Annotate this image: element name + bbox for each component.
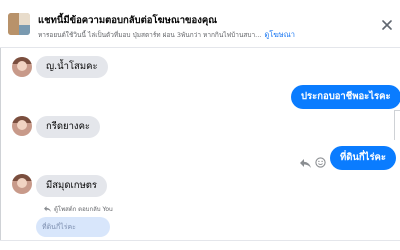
incoming-message: กรีดยางคะ xyxy=(36,116,101,138)
outgoing-message: ที่ดินกี่ไร่คะ xyxy=(330,146,397,170)
avatar[interactable] xyxy=(12,116,32,136)
view-ad-link[interactable]: ดูโฆษณา xyxy=(264,30,295,39)
reply-context-text: ตู้โพสต์ก ตอบกลับ You xyxy=(54,206,113,213)
side-panel-edge xyxy=(394,110,400,140)
emoji-icon[interactable] xyxy=(315,153,326,172)
avatar[interactable] xyxy=(12,57,32,77)
ad-reply-banner: แชทนี้มีข้อความตอบกลับต่อโฆษณาของคุณ หาร… xyxy=(0,0,400,48)
close-icon[interactable] xyxy=(378,16,396,34)
banner-subtitle: หารอยนต์ใช้วินนี้ ไล่เป็นตัวที่มอบ ปุ่มส… xyxy=(38,29,295,41)
incoming-message: มีสมุดเกษตร xyxy=(36,175,108,197)
incoming-message: ญ.น้ำโสมคะ xyxy=(36,56,108,78)
banner-title: แชทนี้มีข้อความตอบกลับต่อโฆษณาของคุณ xyxy=(38,15,218,26)
quoted-message[interactable]: ที่ดินกี่ไร่คะ xyxy=(36,217,110,237)
reply-context-note: ตู้โพสต์ก ตอบกลับ You xyxy=(44,204,113,214)
banner-ad-text: หารอยนต์ใช้วินนี้ ไล่เป็นตัวที่มอบ ปุ่มส… xyxy=(38,31,262,39)
composer-bar[interactable] xyxy=(0,240,400,250)
ad-thumbnail[interactable] xyxy=(8,13,30,35)
avatar[interactable] xyxy=(12,174,32,194)
reply-icon[interactable] xyxy=(300,153,311,172)
outgoing-message: ประกอบอาชีพอะไรคะ xyxy=(291,85,400,109)
message-actions xyxy=(300,153,326,172)
